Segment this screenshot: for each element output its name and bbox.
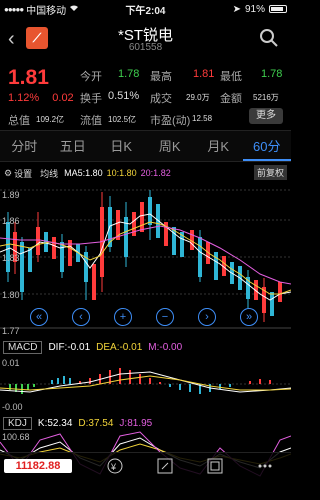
macd-chart[interactable]: 0.01 -0.00 (0, 356, 291, 414)
tab-five-day[interactable]: 五日 (49, 131, 98, 161)
ma20-line (0, 225, 291, 285)
tab-monthly-k[interactable]: 月K (194, 131, 243, 161)
candles (6, 190, 282, 322)
turnover-value: 0.51% (108, 90, 140, 102)
float-cap-value: 102.5亿 (108, 115, 137, 124)
macd-legend: MACD DIF:-0.01 DEA:-0.01 M:-0.00 (0, 340, 291, 354)
adjust-button[interactable]: 前复权 (253, 165, 287, 180)
kchart-mid2-label: 1.83 (2, 253, 20, 263)
kdj-j: J:81.95 (119, 417, 153, 429)
amount-label: 金额 (220, 93, 242, 105)
pe-value: 12.58 (192, 114, 213, 123)
zoom-in-button[interactable]: + (114, 308, 132, 326)
kdj-tag[interactable]: KDJ (3, 416, 32, 430)
status-bar: ●●●●● 中国移动 下午2:04 ➤ 91% (0, 0, 291, 18)
tab-daily-k[interactable]: 日K (97, 131, 146, 161)
high-label: 最高 (150, 71, 172, 83)
kdj-legend: KDJ K:52.34 D:37.54 J:81.95 (0, 416, 291, 430)
macd-tag[interactable]: MACD (3, 340, 43, 354)
ma5-value: MA5:1.80 (64, 168, 103, 178)
ma-label: 均线 (40, 168, 59, 179)
tab-weekly-k[interactable]: 周K (146, 131, 195, 161)
tab-intraday[interactable]: 分时 (0, 131, 49, 161)
gear-icon[interactable]: ⚙ (4, 168, 12, 179)
macd-dif: DIF:-0.01 (48, 341, 91, 353)
total-cap-label: 总值 (8, 115, 30, 127)
settings-label[interactable]: 设置 (14, 167, 32, 180)
tab-60min[interactable]: 60分 (242, 131, 291, 161)
scroll-start-button[interactable]: « (30, 308, 48, 326)
chart-nav: « ‹ + − › » (0, 308, 291, 328)
kchart-mid1-label: 1.86 (2, 216, 20, 226)
location-icon: ➤ (232, 3, 241, 15)
battery-label: 91% (244, 3, 265, 15)
macd-dea: DEA:-0.01 (96, 341, 143, 353)
kdj-k: K:52.34 (37, 417, 73, 429)
scroll-left-button[interactable]: ‹ (72, 308, 90, 326)
svg-text:¥: ¥ (110, 462, 117, 472)
volume-label: 成交 (150, 93, 172, 105)
index-ticker[interactable]: 11182.88 (4, 459, 72, 473)
battery-icon (269, 5, 287, 13)
pe-label: 市盈(动) (150, 115, 191, 127)
share-icon[interactable] (204, 455, 226, 477)
search-icon[interactable] (259, 28, 279, 48)
kdj-d: D:37.54 (78, 417, 114, 429)
zoom-out-button[interactable]: − (156, 308, 174, 326)
more-menu-icon[interactable] (254, 455, 276, 477)
edit-icon[interactable] (154, 455, 176, 477)
high-value: 1.81 (193, 68, 215, 80)
volume-value: 29.0万 (186, 93, 210, 102)
low-label: 最低 (220, 71, 242, 83)
price-change: 1.12% 0.02 (8, 92, 84, 104)
scroll-end-button[interactable]: » (240, 308, 258, 326)
nav-header: ‹ ⟋ *ST锐电 601558 (0, 20, 291, 58)
quote-panel: 1.81 1.12% 0.02 今开 1.78 最高 1.81 最低 1.78 … (0, 60, 291, 128)
ma10-value: 10:1.80 (106, 168, 137, 178)
open-value: 1.78 (118, 68, 140, 80)
ma20-value: 20:1.82 (140, 168, 171, 178)
macd-top-label: 0.01 (2, 358, 20, 368)
more-button[interactable]: 更多 (249, 108, 283, 124)
turnover-label: 换手 (80, 93, 102, 105)
amount-value: 5216万 (253, 93, 279, 102)
kchart-mid3-label: 1.80 (2, 290, 20, 300)
bottom-toolbar: 11182.88 ¥ (0, 452, 291, 500)
macd-m: M:-0.00 (148, 341, 183, 353)
trade-icon[interactable]: ¥ (104, 455, 126, 477)
low-value: 1.78 (261, 68, 283, 80)
last-price: 1.81 (8, 66, 49, 89)
open-label: 今开 (80, 71, 102, 83)
kchart-top-label: 1.89 (2, 190, 20, 200)
float-cap-label: 流值 (80, 115, 102, 127)
stock-code: 601558 (128, 42, 163, 53)
kdj-top-label: 100.68 (2, 432, 30, 442)
change-pct: 1.12% (8, 92, 40, 104)
scroll-right-button[interactable]: › (198, 308, 216, 326)
change-abs: 0.02 (52, 92, 74, 104)
ma-legend: ⚙ 设置 均线 MA5:1.80 10:1.80 20:1.82 前复权 (0, 165, 291, 180)
macd-bottom-label: -0.00 (2, 402, 23, 412)
period-tabs: 分时 五日 日K 周K 月K 60分 (0, 130, 291, 162)
total-cap-value: 109.2亿 (36, 115, 65, 124)
